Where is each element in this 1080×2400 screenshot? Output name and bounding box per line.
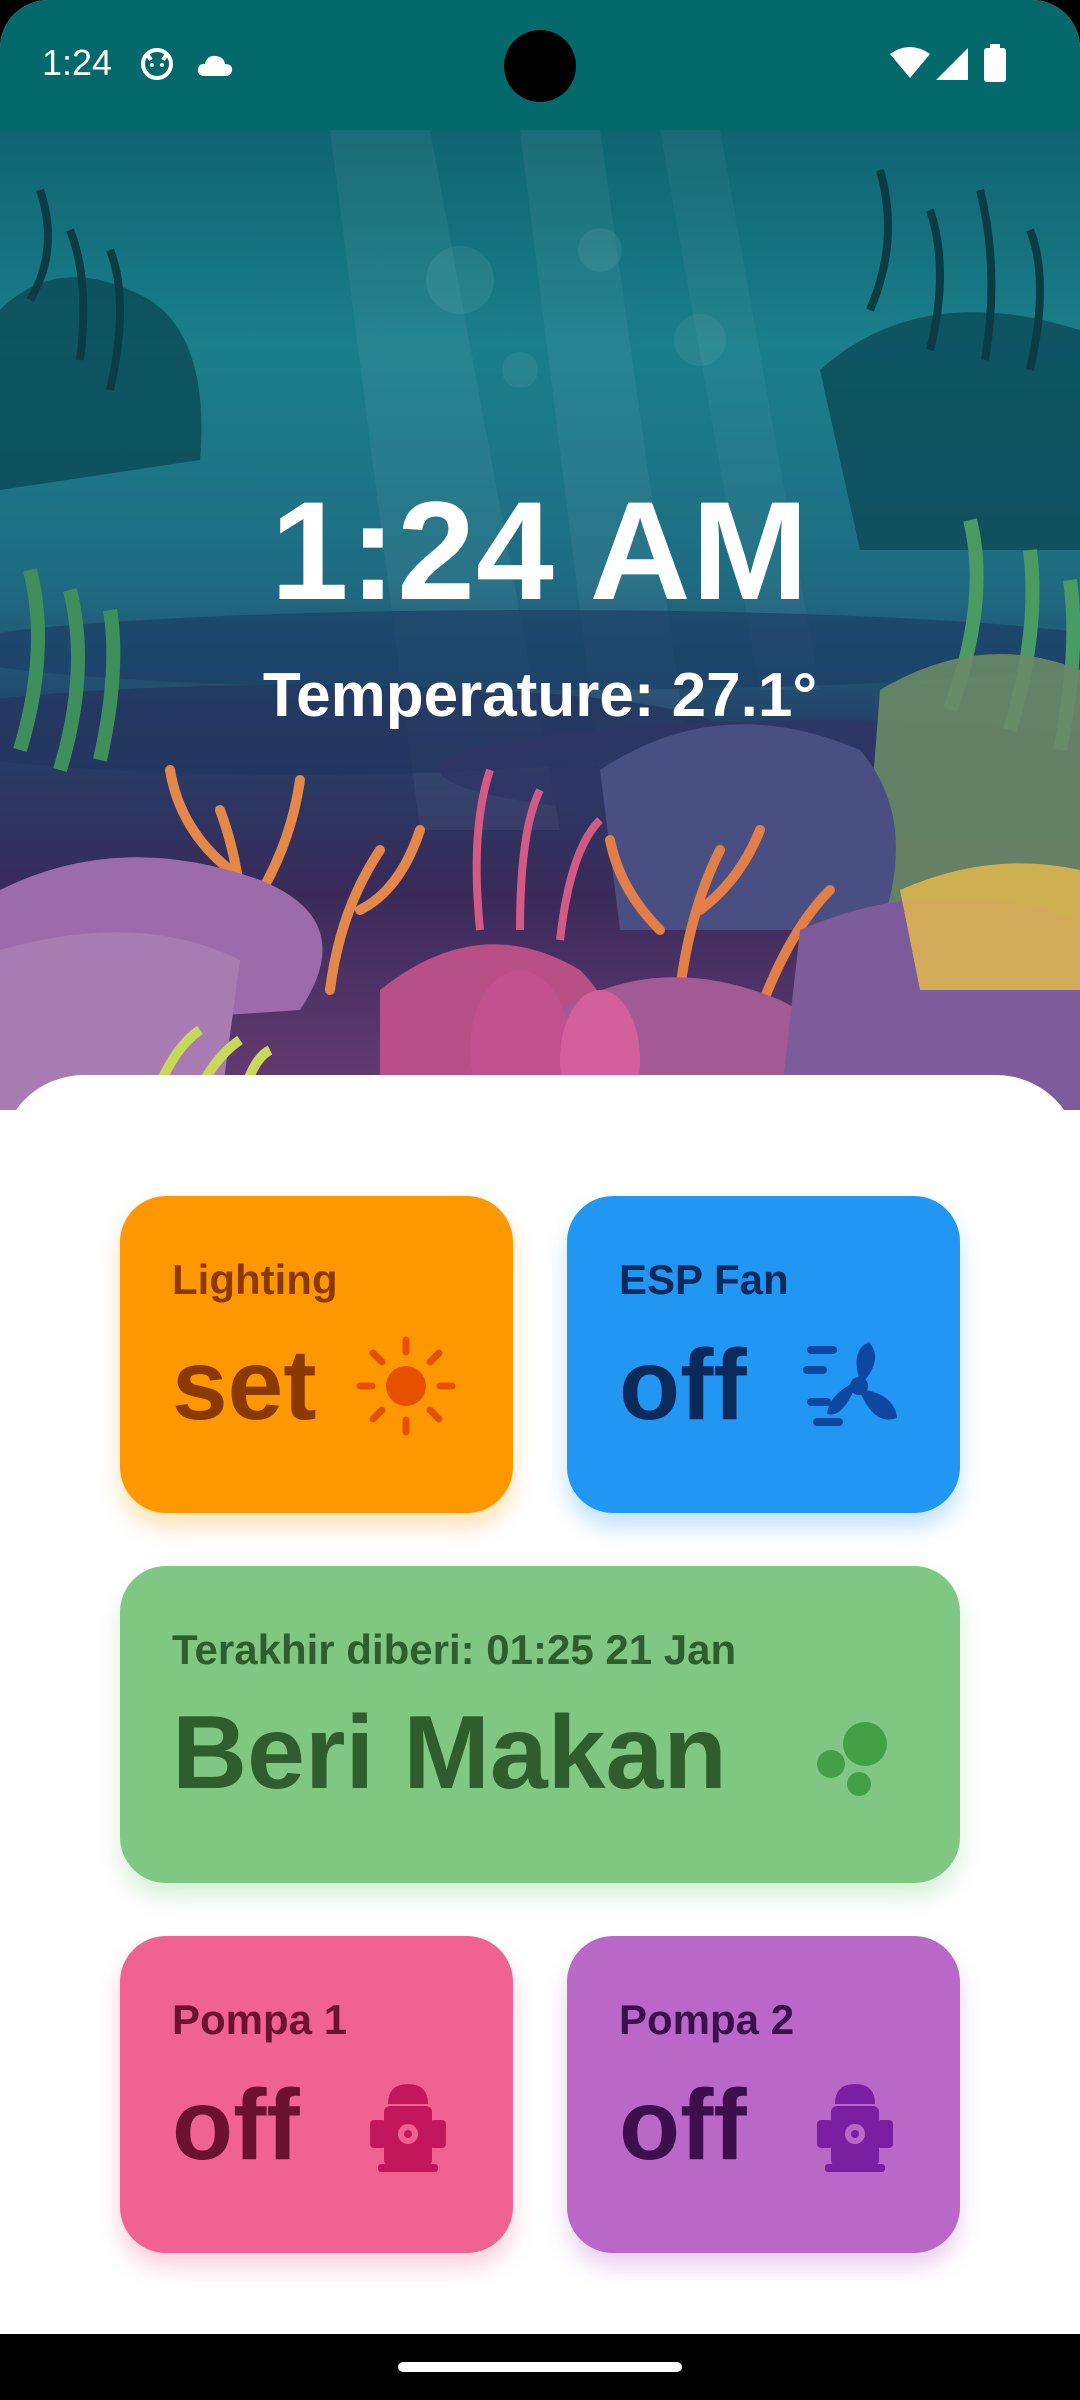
temperature-display: Temperature: 27.1° xyxy=(262,661,818,730)
pump-1-label: Pompa 1 xyxy=(172,1996,348,2043)
pump-2-label: Pompa 2 xyxy=(619,1996,795,2043)
aquarium-header: 1:24 AM Temperature: 27.1° xyxy=(0,130,1080,1110)
food-pellets-icon xyxy=(815,1718,895,1803)
pump-icon xyxy=(366,2080,450,2177)
clock-display: 1:24 AM xyxy=(270,472,810,629)
cat-face-icon xyxy=(140,46,174,85)
pump-2-value: off xyxy=(619,2069,747,2181)
battery-icon xyxy=(984,44,1006,87)
pump-1-value: off xyxy=(172,2069,300,2181)
status-time: 1:24 xyxy=(42,42,113,83)
lighting-value: set xyxy=(172,1329,317,1441)
app-screen: 1:24 1:24 AM Temperature: 27.1° Lighting… xyxy=(0,0,1080,2334)
esp-fan-value: off xyxy=(619,1329,747,1441)
pump-icon xyxy=(813,2080,897,2177)
camera-cutout xyxy=(504,30,576,102)
last-fed-label: Terakhir diberi: 01:25 21 Jan xyxy=(172,1626,737,1673)
feed-card[interactable]: Terakhir diberi: 01:25 21 Jan Beri Makan xyxy=(120,1566,960,1883)
status-bar: 1:24 xyxy=(0,0,1080,130)
pump-2-card[interactable]: Pompa 2 off xyxy=(567,1936,960,2253)
pump-1-card[interactable]: Pompa 1 off xyxy=(120,1936,513,2253)
fan-icon xyxy=(803,1338,903,1439)
lighting-card[interactable]: Lighting set xyxy=(120,1196,513,1513)
lighting-label: Lighting xyxy=(172,1256,338,1303)
sun-icon xyxy=(356,1336,456,1441)
esp-fan-card[interactable]: ESP Fan off xyxy=(567,1196,960,1513)
esp-fan-label: ESP Fan xyxy=(619,1256,789,1303)
wifi-icon xyxy=(890,46,930,85)
signal-icon xyxy=(936,48,968,85)
feed-button-label: Beri Makan xyxy=(172,1695,727,1811)
cloud-icon xyxy=(196,52,234,83)
home-gesture-handle[interactable] xyxy=(398,2362,682,2372)
